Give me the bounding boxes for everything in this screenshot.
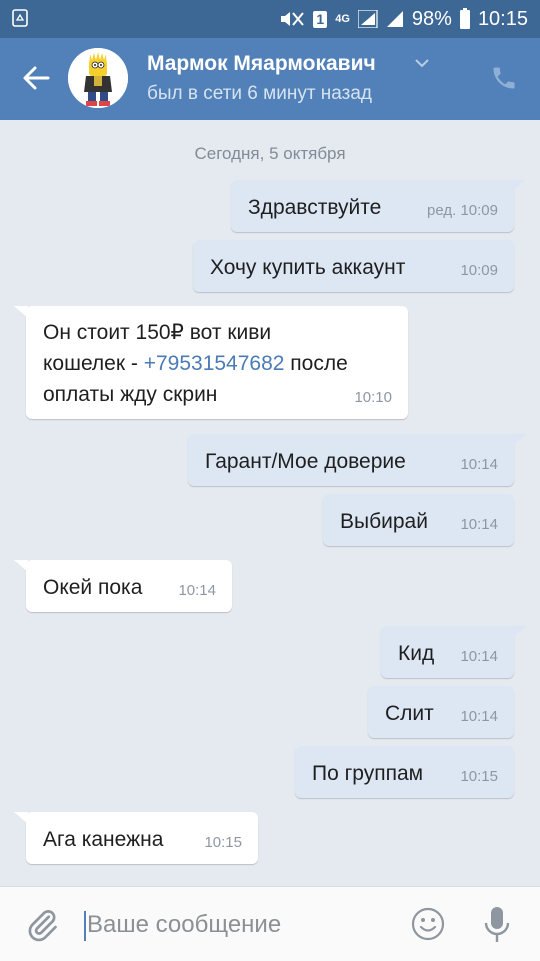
message-time: ред. 10:09: [427, 202, 498, 219]
sim-badge: 1: [313, 10, 328, 28]
bubble-tail: [14, 812, 28, 824]
message-incoming[interactable]: Ага канежна 10:15: [14, 812, 258, 864]
message-time: 10:15: [460, 768, 498, 785]
message-time: 10:09: [460, 262, 498, 279]
contact-name[interactable]: Мармок Мяармокавич: [147, 52, 376, 76]
message-input-wrapper[interactable]: [84, 905, 384, 945]
battery-percent: 98%: [411, 7, 452, 30]
message-time: 10:14: [460, 708, 498, 725]
message-text-line: оплаты жду скрин: [43, 383, 218, 406]
message-text: Кид: [398, 642, 435, 665]
message-outgoing[interactable]: Гарант/Мое доверие 10:14: [188, 434, 526, 486]
message-time: 10:15: [204, 834, 242, 851]
date-separator: Сегодня, 5 октября: [194, 144, 346, 163]
microphone-icon[interactable]: [482, 905, 512, 945]
message-text-part: после: [284, 352, 348, 375]
message-outgoing[interactable]: Слит 10:14: [368, 686, 514, 738]
chat-header: Мармок Мяармокавич был в сети 6 минут на…: [0, 38, 540, 120]
mute-icon: [281, 12, 305, 26]
message-outgoing[interactable]: Выбирай 10:14: [323, 494, 514, 546]
bubble-tail: [512, 626, 526, 638]
arrow-left-icon[interactable]: [22, 64, 50, 92]
paperclip-icon[interactable]: [24, 907, 60, 943]
message-incoming[interactable]: Он стоит 150₽ вот киви кошелек - +795315…: [14, 306, 408, 419]
message-outgoing[interactable]: По группам 10:15: [295, 746, 514, 798]
chevron-down-icon[interactable]: [415, 58, 429, 68]
message-composer: [0, 886, 540, 961]
message-input[interactable]: [87, 911, 367, 939]
message-text: Ага канежна: [43, 828, 164, 851]
clock: 10:15: [477, 7, 528, 30]
message-time: 10:10: [354, 389, 392, 406]
contact-status: был в сети 6 минут назад: [147, 83, 373, 104]
message-outgoing[interactable]: Хочу купить аккаунт 10:09: [193, 240, 514, 292]
text-caret: [84, 910, 86, 941]
message-time: 10:14: [178, 582, 216, 599]
avatar-image: [68, 48, 128, 108]
signal-bars-icon: [386, 11, 403, 27]
message-time: 10:14: [460, 456, 498, 473]
message-text: Выбирай: [340, 510, 428, 533]
message-outgoing[interactable]: Здравствуйте ред. 10:09: [231, 180, 526, 232]
recycle-icon: [12, 9, 28, 27]
message-list[interactable]: Сегодня, 5 октября Здравствуйте ред. 10:…: [0, 120, 540, 886]
message-text-part: кошелек -: [43, 352, 144, 375]
message-text-line: Он стоит 150₽ вот киви: [43, 321, 272, 344]
message-text: Окей пока: [43, 576, 143, 599]
message-text-line: кошелек - +79531547682 после: [43, 348, 408, 379]
bubble-tail: [512, 434, 526, 446]
message-text: Хочу купить аккаунт: [210, 256, 406, 279]
bubble-tail: [14, 560, 28, 572]
message-text: Гарант/Мое доверие: [205, 450, 406, 473]
battery-icon: [459, 7, 470, 29]
signal-icon: [357, 10, 378, 28]
message-incoming[interactable]: Окей пока 10:14: [14, 560, 232, 612]
message-text: По группам: [312, 762, 424, 785]
phone-link[interactable]: +79531547682: [144, 352, 285, 375]
message-text: Здравствуйте: [248, 196, 382, 219]
bubble-tail: [14, 306, 28, 318]
message-text: Слит: [385, 702, 434, 725]
phone-icon[interactable]: [490, 64, 518, 92]
bubble-tail: [512, 180, 526, 192]
message-time: 10:14: [460, 648, 498, 665]
message-time: 10:14: [460, 516, 498, 533]
smile-icon[interactable]: [411, 907, 445, 941]
message-outgoing[interactable]: Кид 10:14: [381, 626, 526, 678]
network-type: 4G: [335, 12, 350, 25]
status-bar: 1 4G 98% 10:15: [0, 0, 540, 38]
avatar[interactable]: [68, 48, 128, 108]
